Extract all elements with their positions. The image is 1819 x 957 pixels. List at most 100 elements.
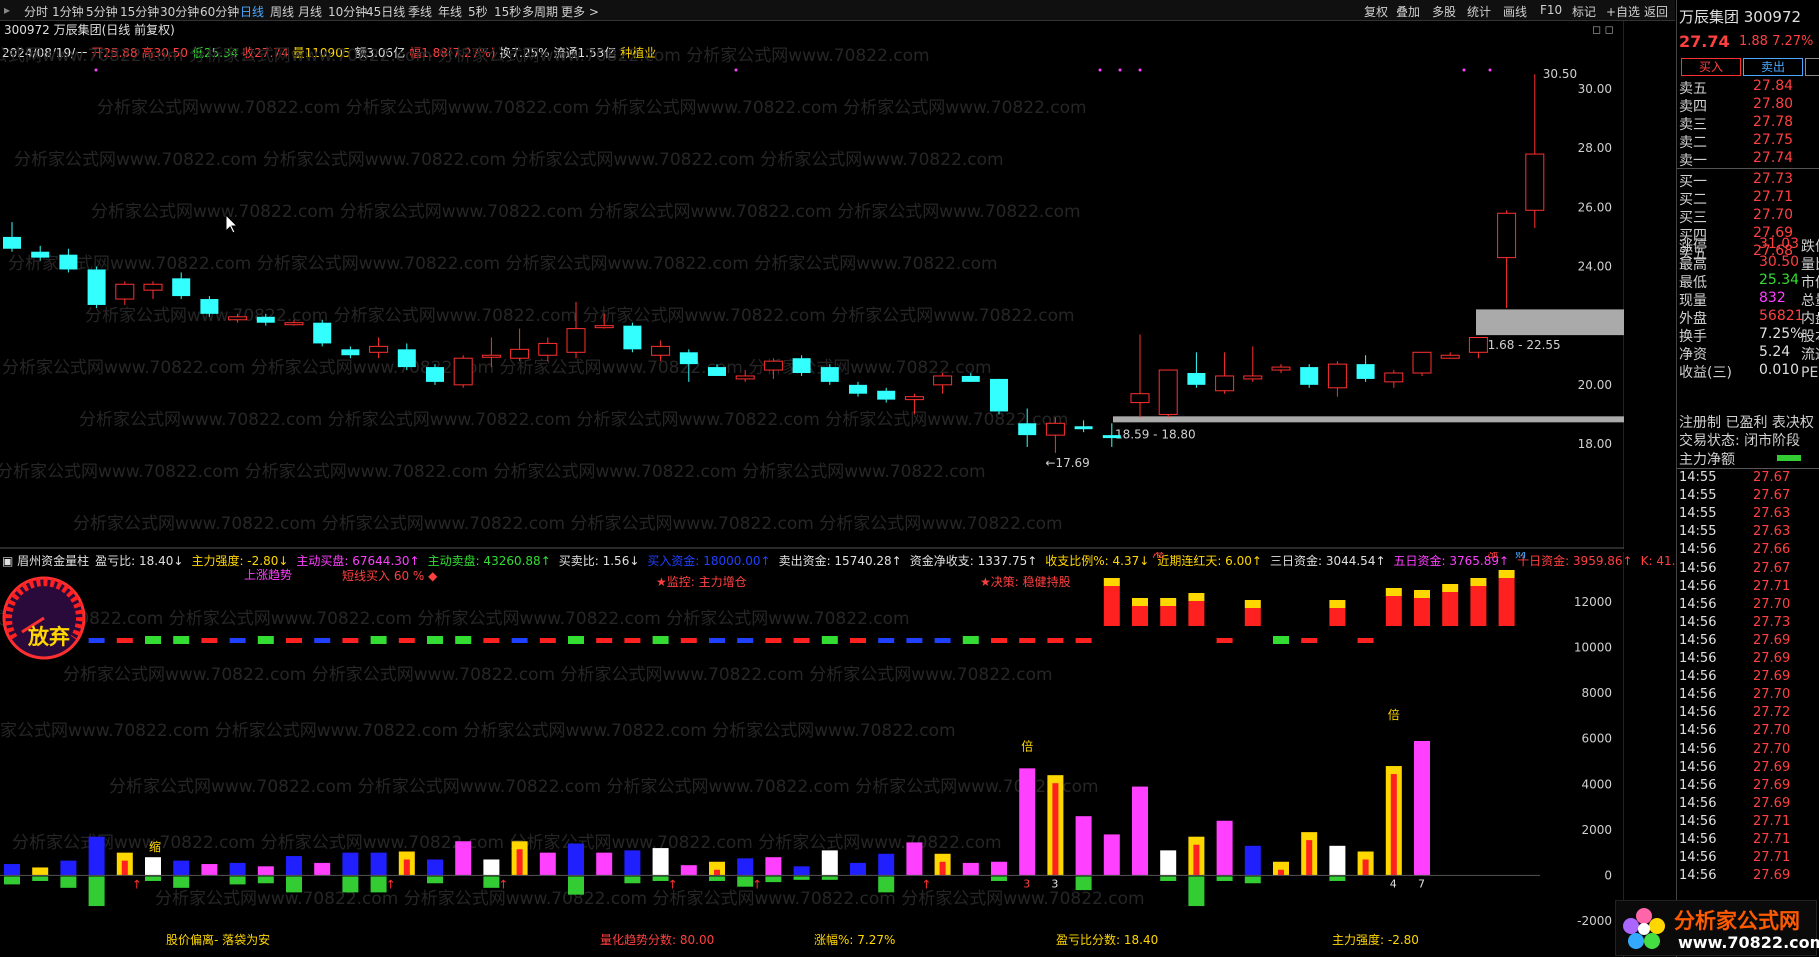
order-price: 27.71 xyxy=(1753,189,1794,205)
candlestick-chart[interactable]: 300972 万辰集团(日线 前复权) ◻ ◻ 2024/08/19/一 开25.… xyxy=(0,21,1624,549)
tab-9[interactable]: 10分钟 xyxy=(328,3,367,20)
toolbar-7[interactable]: +自选 xyxy=(1606,3,1640,20)
volume-bar xyxy=(934,853,951,876)
tick-row: 14:56 27.70 xyxy=(1677,723,1819,741)
order-row-4: 卖一 27.74 xyxy=(1677,150,1819,169)
volume-bar xyxy=(1357,851,1374,876)
tab-8[interactable]: 月线 xyxy=(298,3,322,20)
tick-price: 27.69 xyxy=(1753,759,1791,775)
flow-strip-bar xyxy=(624,638,641,643)
flow-strip-bar xyxy=(821,636,838,644)
toolbar-1[interactable]: 叠加 xyxy=(1396,3,1420,20)
tab-10[interactable]: 45日线 xyxy=(366,3,405,20)
watermark-text: 分析家公式网www.70822.com 分析家公式网www.70822.com … xyxy=(0,721,956,741)
stat-label: 现量 xyxy=(1679,293,1707,309)
flow-strip-bar xyxy=(906,638,923,643)
tick-price: 27.69 xyxy=(1753,632,1791,648)
toolbar-8[interactable]: 返回 xyxy=(1644,3,1668,20)
tick-price: 27.66 xyxy=(1753,542,1791,558)
gauge-label: 放弃 xyxy=(27,625,70,649)
volume-bar xyxy=(314,862,331,876)
candle xyxy=(1158,369,1178,418)
tab-7[interactable]: 周线 xyxy=(270,3,294,20)
stat-label: 外盘 xyxy=(1679,311,1707,327)
flow-strip-bar xyxy=(370,636,387,644)
tick-row: 14:55 27.67 xyxy=(1677,470,1819,488)
tab-16[interactable]: 更多 > xyxy=(561,3,599,20)
tab-13[interactable]: 5秒 xyxy=(468,3,488,20)
flow-strip-bar xyxy=(539,638,556,643)
tick-price: 27.70 xyxy=(1753,723,1791,739)
tick-time: 14:56 xyxy=(1679,759,1717,775)
volume-bar xyxy=(539,852,556,876)
price-tick-label: 26.00 xyxy=(1578,200,1612,214)
candle xyxy=(172,272,191,300)
buy-button[interactable]: 买入 xyxy=(1681,58,1741,76)
tick-time: 14:55 xyxy=(1679,470,1717,485)
flow-strip-bar xyxy=(765,638,782,643)
sell-button[interactable]: 卖出 xyxy=(1743,58,1803,76)
watermark-text: 分析家公式网www.70822.com 分析家公式网www.70822.com … xyxy=(155,889,1145,909)
toolbar-3[interactable]: 统计 xyxy=(1467,3,1491,20)
watermark-text: 分析家公式网www.70822.com 分析家公式网www.70822.com … xyxy=(73,514,1063,534)
flow-strip-bar xyxy=(962,636,979,644)
tab-14[interactable]: 15秒 xyxy=(494,3,521,20)
toolbar-2[interactable]: 多股 xyxy=(1432,3,1456,20)
tab-4[interactable]: 30分钟 xyxy=(160,3,199,20)
volume-tick-label: 6000 xyxy=(1581,732,1612,746)
watermark-text: 分析家公式网www.70822.com 分析家公式网www.70822.com … xyxy=(14,150,1004,170)
tab-3[interactable]: 15分钟 xyxy=(120,3,159,20)
flow-strip-bar xyxy=(934,638,951,643)
toolbar-6[interactable]: 标记 xyxy=(1572,3,1596,20)
tick-row: 14:55 27.67 xyxy=(1677,488,1819,506)
flow-strip-bar xyxy=(286,638,302,643)
volume-bar xyxy=(709,861,725,881)
buy-arrow-icon: ↑ xyxy=(386,877,396,891)
more-button[interactable] xyxy=(1805,58,1819,76)
tab-15[interactable]: 多周期 xyxy=(522,3,558,20)
volume-tick-label: -2000 xyxy=(1577,914,1612,928)
order-label: 买三 xyxy=(1679,210,1707,226)
tick-divider xyxy=(1677,468,1819,469)
tick-row: 14:56 27.69 xyxy=(1677,760,1819,778)
volume-bar xyxy=(145,857,161,881)
candle xyxy=(369,337,389,359)
watermark-text: 分析家公式网www.70822.com 分析家公式网www.70822.com … xyxy=(97,98,1087,118)
candle xyxy=(1356,355,1375,382)
stat-suffix: 流通 xyxy=(1801,347,1819,363)
order-price: 27.75 xyxy=(1753,132,1794,148)
toolbar-5[interactable]: F10 xyxy=(1540,3,1562,17)
stat-value: 832 xyxy=(1759,290,1786,306)
stat-label: 收益(三) xyxy=(1679,365,1732,381)
candle xyxy=(510,328,530,362)
flow-strip-bar xyxy=(596,638,613,643)
tab-6[interactable]: 日线 xyxy=(240,3,264,20)
tick-price: 27.69 xyxy=(1753,868,1791,884)
order-row-5: 买一 27.73 xyxy=(1677,171,1819,190)
tab-5[interactable]: 60分钟 xyxy=(200,3,239,20)
tab-arrow-icon[interactable]: ▸ xyxy=(4,3,10,17)
volume-tick-label: 4000 xyxy=(1581,777,1612,791)
flow-strip-bar xyxy=(1047,638,1064,643)
period-tab-bar: 分时 1分钟 5分钟 15分钟 30分钟 60分钟 日线 周线 月线 10分钟 45日线 季线 年线 5秒… xyxy=(0,0,1675,21)
buy-arrow-icon: ↑ xyxy=(752,877,762,891)
tab-11[interactable]: 季线 xyxy=(408,3,432,20)
tab-2[interactable]: 5分钟 xyxy=(86,3,118,20)
volume-bar xyxy=(88,836,105,907)
toolbar-4[interactable]: 画线 xyxy=(1503,3,1527,20)
tab-1[interactable]: 1分钟 xyxy=(52,3,84,20)
tick-price: 27.63 xyxy=(1753,506,1791,522)
stat-row-4: 外盘 56821内盘 xyxy=(1677,308,1819,327)
stat-row-1: 最高 30.50量比 xyxy=(1677,254,1819,273)
stat-label: 涨停 xyxy=(1679,239,1707,255)
indicator-panel[interactable]: ▣ 眉州资金量柱 盈亏比: 18.40↓ 主力强度: -2.80↓ 主动买盘: 676… xyxy=(0,552,1753,957)
candle xyxy=(1074,420,1093,433)
buy-arrow-icon: ↑ xyxy=(668,877,678,891)
tab-0[interactable]: 分时 xyxy=(24,3,48,20)
order-label: 卖一 xyxy=(1679,153,1707,169)
candle xyxy=(1412,351,1432,376)
tab-12[interactable]: 年线 xyxy=(438,3,462,20)
toolbar-0[interactable]: 复权 xyxy=(1364,3,1388,20)
volume-bar xyxy=(427,859,443,884)
flow-strip-bar xyxy=(88,638,105,643)
